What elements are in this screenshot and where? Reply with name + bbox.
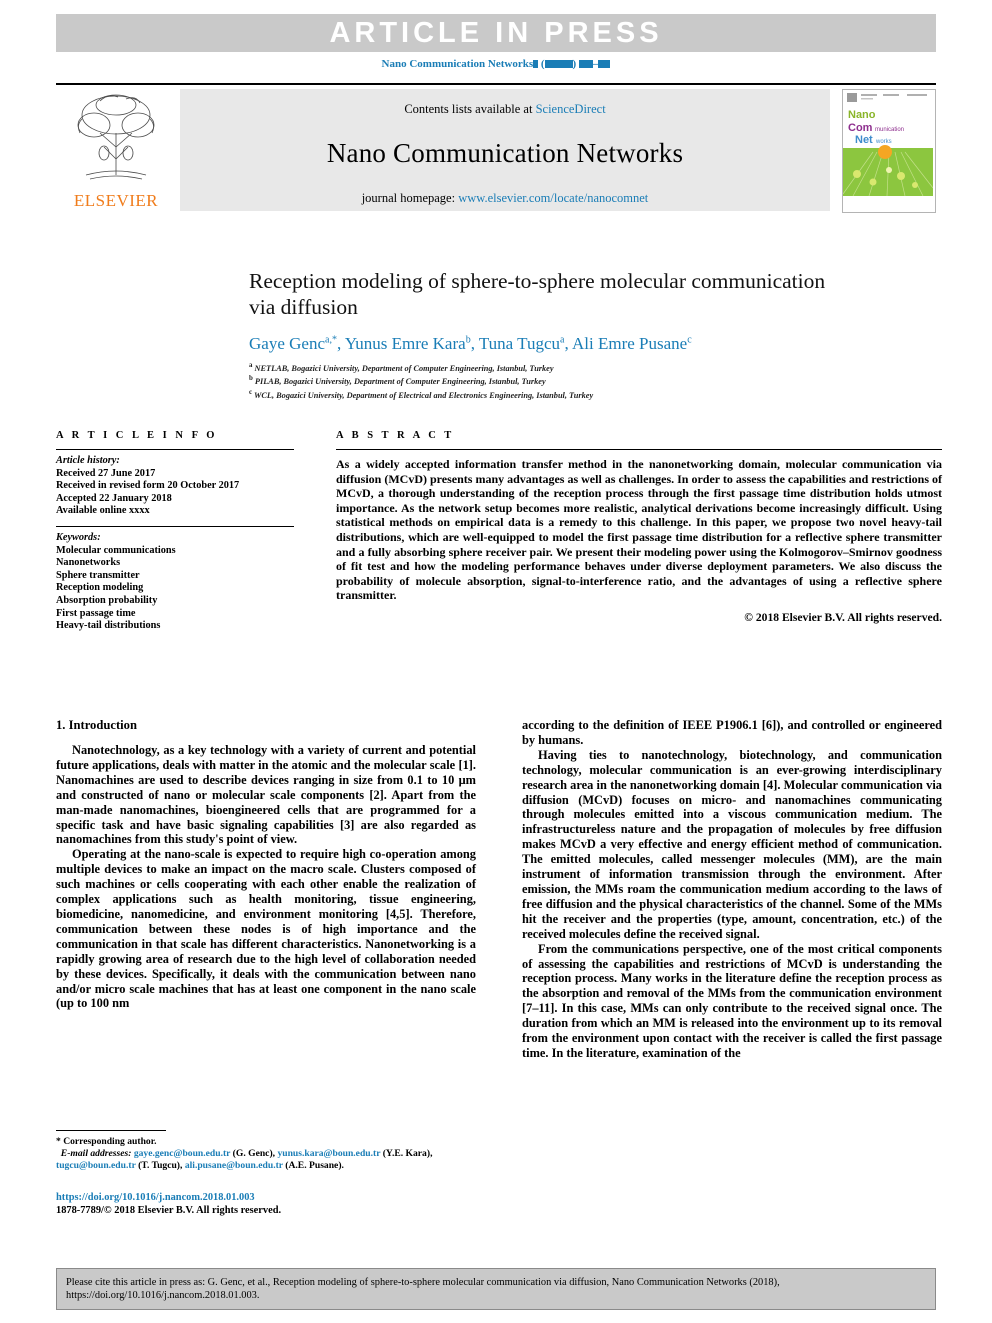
journal-cover-thumbnail: Nano Com munication Net works bbox=[842, 89, 936, 213]
body-paragraph: Nanotechnology, as a key technology with… bbox=[56, 743, 476, 847]
affiliation-item: a NETLAB, Bogazici University, Departmen… bbox=[249, 361, 939, 374]
contents-available-line: Contents lists available at ScienceDirec… bbox=[180, 102, 830, 117]
svg-text:Com: Com bbox=[848, 122, 873, 134]
keyword-item: Nanonetworks bbox=[56, 557, 121, 569]
history-item: Received in revised form 20 October 2017 bbox=[56, 480, 240, 492]
author-affil-marker: a bbox=[560, 334, 565, 346]
body-paragraph: Operating at the nano-scale is expected … bbox=[56, 847, 476, 1011]
author-name[interactable]: Tuna Tugcu bbox=[479, 334, 560, 353]
svg-text:Nano: Nano bbox=[848, 109, 876, 121]
keywords-rule bbox=[56, 525, 294, 527]
section-heading-introduction: 1. Introduction bbox=[56, 718, 137, 732]
svg-text:munication: munication bbox=[875, 127, 904, 133]
keyword-item: Sphere transmitter bbox=[56, 569, 140, 581]
corresponding-author-note: * Corresponding author. bbox=[56, 1136, 157, 1147]
author-email-owner: (A.E. Pusane). bbox=[285, 1160, 344, 1172]
journal-reference-line: Nano Communication Networks. (.) .–. bbox=[56, 58, 936, 70]
journal-reference-name: Nano Communication Networks bbox=[381, 58, 534, 70]
journal-cover-art: Nano Com munication Net works bbox=[843, 90, 934, 210]
elsevier-wordmark: ELSEVIER bbox=[73, 191, 159, 210]
elsevier-tree-icon bbox=[77, 94, 155, 180]
keyword-item: Absorption probability bbox=[56, 594, 158, 606]
email-addresses-label: E-mail addresses: bbox=[60, 1148, 132, 1160]
please-cite-line-2: https://doi.org/10.1016/j.nancom.2018.01… bbox=[66, 1290, 260, 1301]
journal-homepage-link[interactable]: www.elsevier.com/locate/nanocomnet bbox=[458, 191, 648, 205]
doi-block: https://doi.org/10.1016/j.nancom.2018.01… bbox=[56, 1191, 476, 1217]
affiliation-list: a NETLAB, Bogazici University, Departmen… bbox=[249, 361, 939, 401]
issn-copyright-line: 1878-7789/© 2018 Elsevier B.V. All right… bbox=[56, 1204, 282, 1216]
body-paragraph: Having ties to nanotechnology, biotechno… bbox=[522, 747, 942, 941]
affiliation-marker: c bbox=[249, 388, 253, 396]
article-history-label: Article history: bbox=[56, 455, 120, 466]
paper-page: ARTICLE IN PRESS Nano Communication Netw… bbox=[0, 0, 992, 1323]
keyword-item: Molecular communications bbox=[56, 544, 176, 556]
article-in-press-banner: ARTICLE IN PRESS bbox=[56, 14, 936, 52]
author-email-link[interactable]: gaye.genc@boun.edu.tr bbox=[134, 1148, 230, 1159]
footnote-block: * Corresponding author. E-mail addresses… bbox=[56, 1130, 476, 1217]
title-line-1: Reception modeling of sphere-to-sphere m… bbox=[249, 269, 826, 293]
keyword-item: Heavy-tail distributions bbox=[56, 620, 161, 632]
svg-text:Net: Net bbox=[855, 134, 873, 146]
author-email-owner: (G. Genc) bbox=[232, 1148, 273, 1160]
affiliation-text: PILAB, Bogazici University, Department o… bbox=[254, 377, 546, 387]
author-email-link[interactable]: tugcu@boun.edu.tr bbox=[56, 1160, 136, 1171]
article-in-press-label: ARTICLE IN PRESS bbox=[329, 17, 663, 49]
body-paragraph: From the communications perspective, one… bbox=[522, 941, 942, 1060]
please-cite-line-1: Please cite this article in press as: G.… bbox=[66, 1277, 780, 1288]
doi-link[interactable]: https://doi.org/10.1016/j.nancom.2018.01… bbox=[56, 1191, 476, 1204]
journal-homepage-line: journal homepage: www.elsevier.com/locat… bbox=[180, 191, 830, 206]
affiliation-marker: b bbox=[249, 375, 253, 383]
abstract-text: As a widely accepted information transfe… bbox=[336, 457, 943, 603]
masthead-center-panel: Contents lists available at ScienceDirec… bbox=[180, 89, 830, 211]
email-addresses-line: E-mail addresses: gaye.genc@boun.edu.tr … bbox=[56, 1148, 433, 1172]
article-info-rule bbox=[56, 449, 294, 450]
homepage-prefix: journal homepage: bbox=[361, 191, 459, 205]
body-paragraph: according to the definition of IEEE P190… bbox=[522, 718, 942, 747]
svg-text:works: works bbox=[875, 139, 892, 145]
author-email-link[interactable]: yunus.kara@boun.edu.tr bbox=[277, 1148, 380, 1159]
contents-prefix: Contents lists available at bbox=[404, 102, 536, 116]
history-item: Available online xxxx bbox=[56, 505, 150, 517]
abstract-copyright: © 2018 Elsevier B.V. All rights reserved… bbox=[744, 610, 942, 624]
article-info-heading: A R T I C L E I N F O bbox=[56, 430, 218, 441]
author-email-link[interactable]: ali.pusane@boun.edu.tr bbox=[185, 1160, 283, 1171]
body-column-left: 1. Introduction Nanotechnology, as a key… bbox=[56, 718, 476, 1011]
abstract-rule bbox=[336, 449, 942, 450]
keywords-block: Keywords: Molecular communications Nanon… bbox=[56, 532, 294, 633]
page-title: Reception modeling of sphere-to-sphere m… bbox=[249, 268, 939, 320]
author-name[interactable]: Ali Emre Pusane bbox=[572, 334, 687, 353]
author-email-owner: (T. Tugcu) bbox=[138, 1160, 181, 1172]
history-item: Accepted 22 January 2018 bbox=[56, 492, 172, 504]
author-email-owner: (Y.E. Kara) bbox=[382, 1148, 431, 1160]
keyword-item: Reception modeling bbox=[56, 582, 144, 594]
abstract-column: A B S T R A C T As a widely accepted inf… bbox=[336, 430, 942, 624]
keyword-item: First passage time bbox=[56, 607, 136, 619]
affiliation-text: WCL, Bogazici University, Department of … bbox=[254, 390, 594, 400]
title-block: Reception modeling of sphere-to-sphere m… bbox=[249, 268, 939, 401]
journal-masthead: ELSEVIER Contents lists available at Sci… bbox=[56, 83, 936, 214]
author-affil-marker: a,* bbox=[325, 334, 337, 346]
abstract-heading: A B S T R A C T bbox=[336, 430, 455, 441]
footnote-rule bbox=[56, 1130, 166, 1131]
affiliation-item: b PILAB, Bogazici University, Department… bbox=[249, 374, 939, 387]
author-affil-marker: c bbox=[687, 334, 692, 346]
affiliation-marker: a bbox=[249, 362, 253, 369]
history-item: Received 27 June 2017 bbox=[56, 467, 156, 479]
please-cite-box: Please cite this article in press as: G.… bbox=[56, 1268, 936, 1310]
journal-title: Nano Communication Networks bbox=[326, 138, 684, 168]
article-history-block: Article history: Received 27 June 2017 R… bbox=[56, 455, 294, 518]
affiliation-item: c WCL, Bogazici University, Department o… bbox=[249, 388, 939, 401]
author-name[interactable]: Yunus Emre Kara bbox=[345, 334, 466, 353]
keywords-label: Keywords: bbox=[56, 531, 101, 543]
body-column-right: according to the definition of IEEE P190… bbox=[522, 718, 942, 1061]
author-name[interactable]: Gaye Genc bbox=[249, 334, 325, 353]
author-list: Gaye Genca,*, Yunus Emre Karab, Tuna Tug… bbox=[249, 334, 692, 353]
affiliation-text: NETLAB, Bogazici University, Department … bbox=[254, 363, 554, 373]
author-affil-marker: b bbox=[465, 334, 471, 346]
elsevier-logo: ELSEVIER bbox=[56, 89, 176, 211]
title-line-2: via diffusion bbox=[249, 295, 358, 319]
sciencedirect-link[interactable]: ScienceDirect bbox=[536, 102, 606, 116]
article-info-column: A R T I C L E I N F O Article history: R… bbox=[56, 430, 294, 633]
